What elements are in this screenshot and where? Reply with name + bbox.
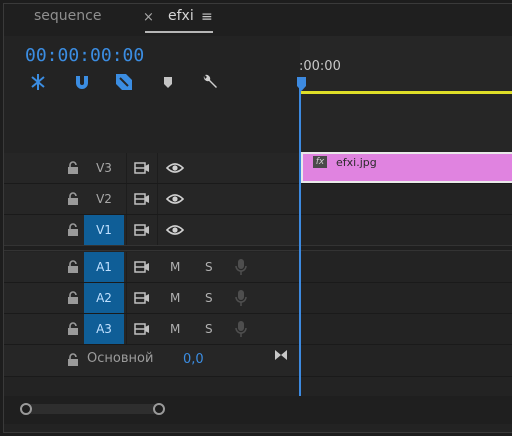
track-header <box>4 184 299 214</box>
track-name-a3[interactable]: A3 <box>84 314 124 344</box>
linked-selection-button[interactable] <box>113 71 135 93</box>
sync-lock-icon[interactable] <box>134 192 150 206</box>
clip-name: efxi.jpg <box>336 156 377 169</box>
video-audio-divider[interactable] <box>4 245 512 251</box>
lock-icon[interactable] <box>67 291 79 305</box>
sync-lock-icon[interactable] <box>134 223 150 237</box>
track-lane[interactable] <box>301 283 512 313</box>
snap-button[interactable] <box>71 71 93 93</box>
solo-button[interactable]: S <box>205 291 213 305</box>
fx-badge-icon: fx <box>313 156 327 168</box>
snap-icon <box>31 74 45 90</box>
cell-divider <box>126 215 127 245</box>
cell-divider <box>157 215 158 245</box>
track-name-v1[interactable]: V1 <box>84 215 124 245</box>
wrench-icon <box>203 74 217 88</box>
mute-button[interactable]: M <box>170 291 180 305</box>
track-lane[interactable] <box>301 252 512 282</box>
sync-lock-icon[interactable] <box>134 322 150 336</box>
track-row-a1: A1 M S <box>4 252 512 283</box>
track-lane[interactable] <box>301 184 512 214</box>
sync-lock-icon[interactable] <box>134 161 150 175</box>
microphone-icon[interactable] <box>235 320 247 338</box>
track-header <box>4 215 299 245</box>
lock-icon[interactable] <box>67 161 79 175</box>
cell-divider <box>126 252 127 282</box>
panel-menu-icon[interactable]: ≡ <box>201 9 213 25</box>
sync-lock-icon[interactable] <box>134 291 150 305</box>
track-row-v1: V1 <box>4 215 512 246</box>
track-header <box>4 314 299 344</box>
zoom-handle-right[interactable] <box>153 403 165 415</box>
nest-sequence-icon[interactable] <box>27 71 49 93</box>
time-ruler-area[interactable] <box>300 36 512 152</box>
lock-icon[interactable] <box>67 192 79 206</box>
cell-divider <box>157 153 158 183</box>
lock-icon[interactable] <box>67 223 79 237</box>
master-volume-value[interactable]: 0,0 <box>183 352 204 367</box>
timeline-clip[interactable]: fx efxi.jpg <box>301 152 512 183</box>
ruler-ticks <box>300 78 301 84</box>
active-tab-indicator <box>145 31 213 33</box>
track-name-a2[interactable]: A2 <box>84 283 124 313</box>
tab-efxi[interactable]: efxi <box>168 8 194 24</box>
track-row-master <box>4 345 512 377</box>
playhead-handle[interactable] <box>297 77 306 91</box>
track-lane[interactable] <box>301 345 512 376</box>
cell-divider <box>126 314 127 344</box>
lock-icon[interactable] <box>67 260 79 274</box>
track-row-a3: A3 M S <box>4 314 512 345</box>
microphone-icon[interactable] <box>235 258 247 276</box>
mute-button[interactable]: M <box>170 322 180 336</box>
microphone-icon[interactable] <box>235 289 247 307</box>
solo-button[interactable]: S <box>205 260 213 274</box>
solo-button[interactable]: S <box>205 322 213 336</box>
mute-button[interactable]: M <box>170 260 180 274</box>
lock-icon[interactable] <box>67 353 79 367</box>
track-row-v2: V2 <box>4 184 512 215</box>
playhead-timecode[interactable]: 00:00:00:00 <box>25 45 144 66</box>
eye-icon[interactable] <box>166 162 184 174</box>
playhead-line[interactable] <box>299 88 301 402</box>
track-name-v3[interactable]: V3 <box>84 153 124 183</box>
marker-icon <box>164 77 172 88</box>
go-to-edit-point-icon[interactable] <box>274 349 288 361</box>
sync-lock-icon[interactable] <box>134 260 150 274</box>
master-track-label: Основной <box>87 351 154 366</box>
eye-icon[interactable] <box>166 193 184 205</box>
track-header <box>4 153 299 183</box>
lock-icon[interactable] <box>67 322 79 336</box>
tab-close-button[interactable]: × <box>143 10 154 25</box>
track-name-a1[interactable]: A1 <box>84 252 124 282</box>
track-row-a2: A2 M S <box>4 283 512 314</box>
eye-icon[interactable] <box>166 224 184 236</box>
track-header <box>4 252 299 282</box>
cell-divider <box>126 283 127 313</box>
tab-sequence[interactable]: sequence <box>34 8 101 24</box>
track-lane[interactable] <box>301 215 512 245</box>
cell-divider <box>126 153 127 183</box>
track-lane[interactable] <box>301 314 512 344</box>
track-header <box>4 283 299 313</box>
track-name-v2[interactable]: V2 <box>84 184 124 214</box>
add-marker-button[interactable] <box>157 71 179 93</box>
linked-selection-icon <box>116 74 132 90</box>
timeline-settings-button[interactable] <box>199 71 221 93</box>
zoom-scrollbar[interactable] <box>26 404 160 414</box>
cell-divider <box>157 184 158 214</box>
ruler-time-label: :00:00 <box>299 59 341 74</box>
zoom-handle-left[interactable] <box>20 403 32 415</box>
work-area-bar[interactable] <box>301 91 512 94</box>
cell-divider <box>126 184 127 214</box>
magnet-icon <box>76 76 88 89</box>
